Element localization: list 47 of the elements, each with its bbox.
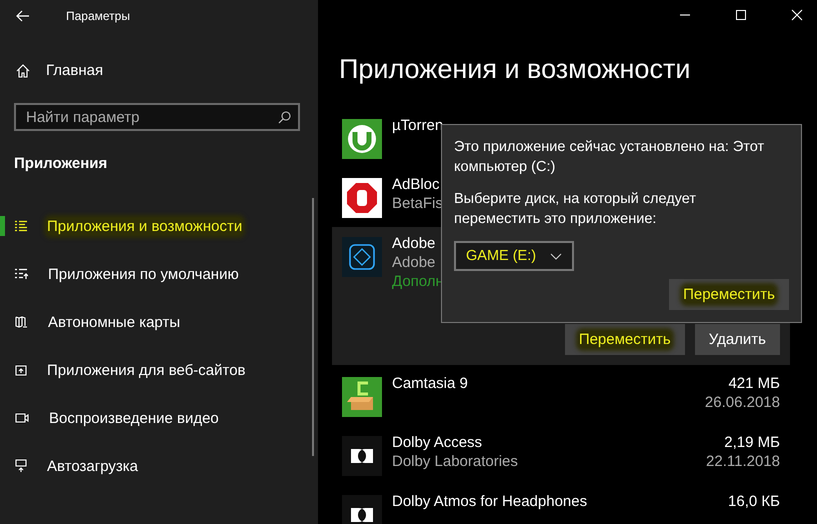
- nav-item[interactable]: Воспроизведение видео: [0, 394, 318, 442]
- app-name: Dolby Atmos for Headphones: [392, 493, 588, 510]
- list-icon: [15, 220, 27, 232]
- nav-item[interactable]: Автономные карты: [0, 298, 318, 346]
- back-icon[interactable]: [16, 10, 30, 22]
- home-link[interactable]: Главная: [16, 62, 104, 79]
- app-publisher: Adobe: [392, 254, 436, 271]
- app-extra-info: Дополн: [392, 273, 444, 290]
- section-heading: Приложения: [14, 155, 108, 172]
- nav-item[interactable]: Приложения по умолчанию: [0, 250, 318, 298]
- map-icon: [15, 316, 28, 328]
- app-name: AdBloc: [392, 176, 440, 193]
- drive-dropdown[interactable]: GAME (E:): [454, 241, 574, 271]
- scrollbar[interactable]: [312, 198, 314, 456]
- window-arrow-icon: [15, 364, 27, 376]
- list-arrow-icon: [15, 268, 28, 280]
- dialog-text: Выберите диск, на который следует переместить это приложение:: [454, 190, 697, 229]
- monitor-arrow-icon: [15, 459, 27, 473]
- search-field[interactable]: Найти параметр: [14, 103, 300, 131]
- app-name: Dolby Access: [392, 434, 482, 451]
- move-button[interactable]: Переместить: [669, 279, 789, 310]
- app-size: 2,19 МБ: [724, 434, 780, 451]
- move-button[interactable]: Переместить: [564, 324, 685, 355]
- app-size: 421 МБ: [728, 375, 780, 392]
- nav-item[interactable]: Приложения и возможности: [0, 202, 318, 250]
- page-title: Приложения и возможности: [339, 54, 690, 85]
- nav-item[interactable]: Приложения для веб-сайтов: [0, 346, 318, 394]
- app-name: Camtasia 9: [392, 375, 468, 392]
- app-name: Adobe: [392, 235, 436, 252]
- app-date: 22.11.2018: [706, 453, 780, 470]
- app-size: 16,0 КБ: [728, 493, 780, 510]
- window-title: Параметры: [66, 9, 130, 23]
- close-icon[interactable]: [791, 9, 803, 21]
- box-icon: [342, 377, 382, 417]
- app-date: 26.06.2018: [704, 394, 780, 411]
- selection-indicator: [0, 216, 5, 236]
- app-publisher: BetaFis: [392, 195, 443, 212]
- app-publisher: Dolby Laboratories: [392, 453, 518, 470]
- app-name: µTorren: [392, 117, 444, 134]
- chevron-down-icon: [550, 252, 562, 260]
- nav-item[interactable]: Автозагрузка: [0, 442, 318, 490]
- maximize-icon[interactable]: [735, 9, 747, 21]
- search-icon: [278, 111, 291, 124]
- home-icon: [16, 64, 30, 78]
- dialog-text: Это приложение сейчас установлено на: Этот компьютер (C:): [454, 138, 766, 177]
- uninstall-button[interactable]: Удалить: [694, 324, 780, 355]
- video-camera-icon: [15, 413, 29, 423]
